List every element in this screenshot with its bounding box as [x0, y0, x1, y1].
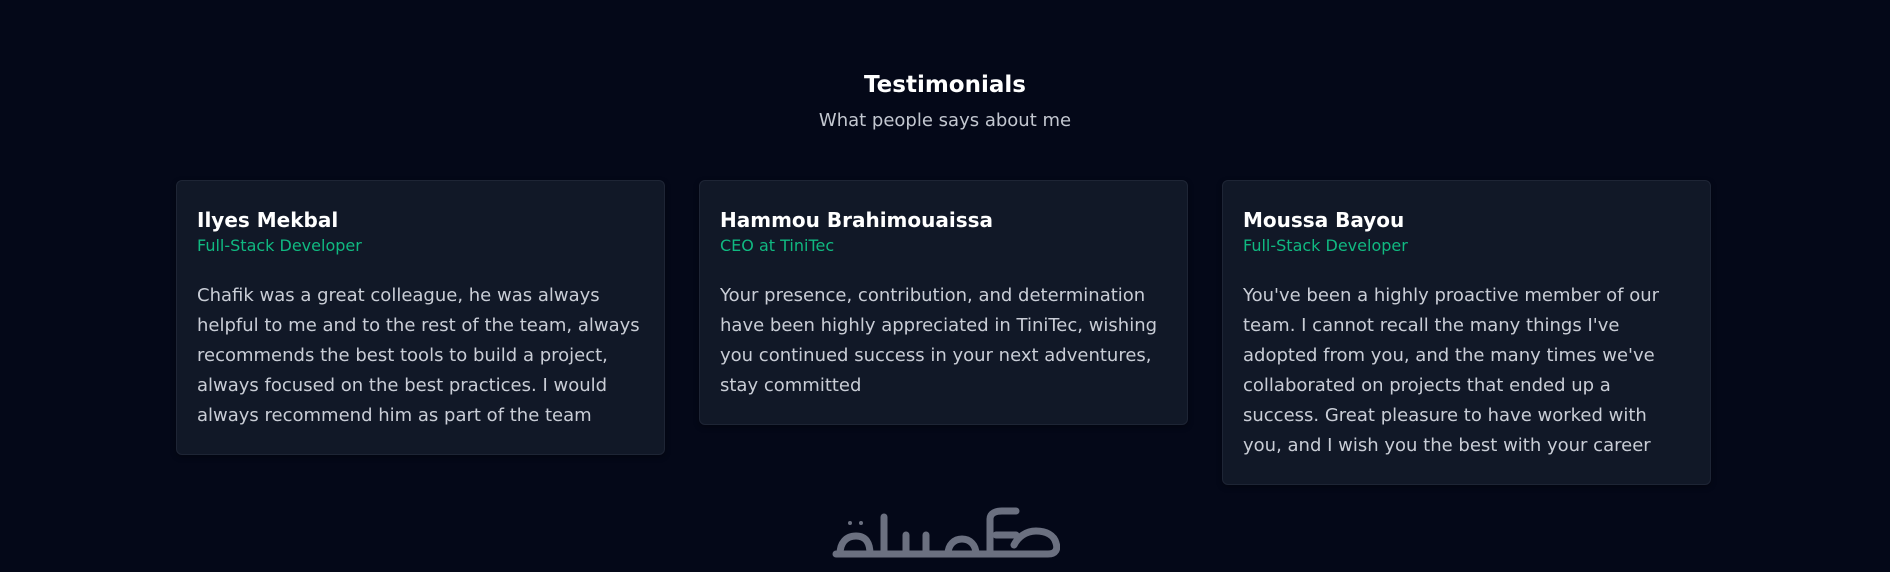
testimonial-author-role: CEO at TiniTec [720, 236, 835, 255]
testimonial-author-role: Full-Stack Developer [197, 236, 362, 255]
section-title: Testimonials [864, 72, 1026, 98]
testimonials-list: Ilyes Mekbal Full-Stack Developer Chafik… [176, 180, 1712, 485]
testimonial-card: Moussa Bayou Full-Stack Developer You've… [1222, 180, 1711, 485]
testimonial-text: Chafik was a great colleague, he was alw… [197, 285, 640, 426]
testimonial-author-name: Moussa Bayou [1243, 208, 1405, 232]
testimonial-author-name: Hammou Brahimouaissa [720, 208, 994, 232]
khamsat-watermark-logo [830, 505, 1061, 568]
testimonial-card: Ilyes Mekbal Full-Stack Developer Chafik… [176, 180, 665, 455]
testimonials-header: Testimonials What people says about me [0, 70, 1890, 134]
testimonial-text: You've been a highly proactive member of… [1243, 285, 1660, 456]
section-subtitle: What people says about me [818, 110, 1072, 131]
testimonial-card: Hammou Brahimouaissa CEO at TiniTec Your… [699, 180, 1188, 425]
testimonial-author-role: Full-Stack Developer [1243, 236, 1408, 255]
testimonial-text: Your presence, contribution, and determi… [720, 285, 1158, 396]
testimonial-author-name: Ilyes Mekbal [197, 208, 339, 232]
